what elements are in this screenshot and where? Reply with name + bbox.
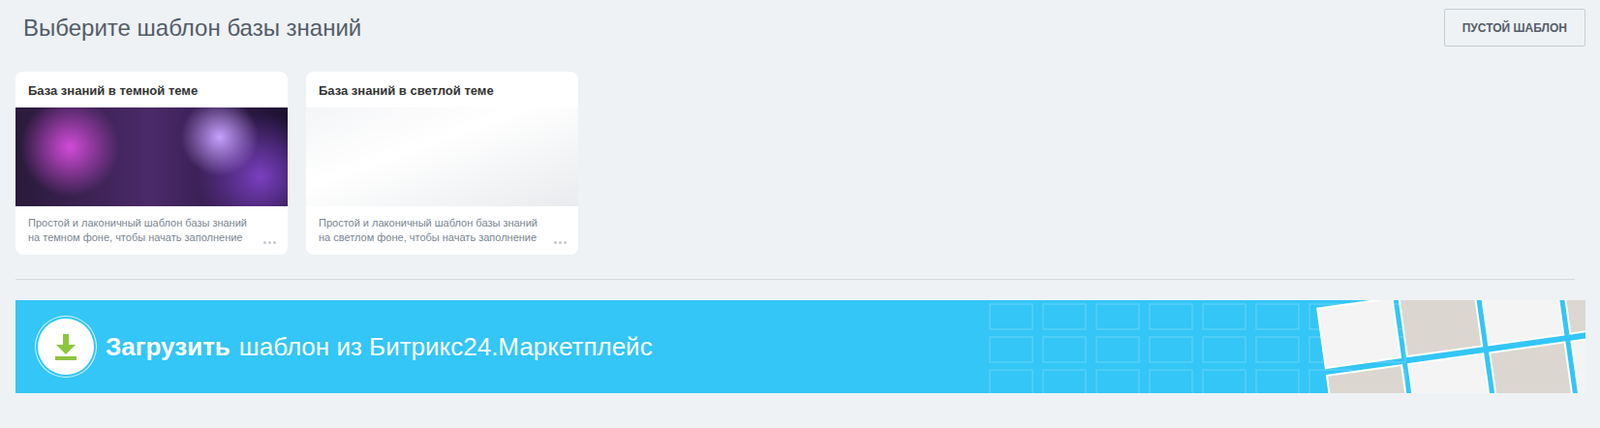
empty-template-button[interactable]: ПУСТОЙ ШАБЛОН <box>1444 8 1586 47</box>
more-icon[interactable] <box>553 241 567 245</box>
template-preview <box>15 107 288 207</box>
more-icon[interactable] <box>263 241 277 245</box>
banner-action: Загрузить <box>105 332 231 363</box>
template-card[interactable]: База знаний в темной теме Простой и лакон… <box>15 71 288 255</box>
template-description: Простой и лаконичный шаблон базы знаний … <box>15 206 288 253</box>
header: Выберите шаблон базы знаний ПУСТОЙ ШАБЛОН <box>15 8 1586 47</box>
template-page: Выберите шаблон базы знаний ПУСТОЙ ШАБЛОН… <box>0 0 1600 428</box>
banner-decor-icon <box>984 300 1586 394</box>
template-title: База знаний в темной теме <box>15 71 288 108</box>
template-description: Простой и лаконичный шаблон базы знаний … <box>306 206 579 253</box>
banner-caption: шаблон из Битрикс24.Маркетплейс <box>239 332 653 363</box>
template-list: База знаний в темной теме Простой и лакон… <box>15 71 1586 255</box>
template-preview <box>306 107 579 207</box>
marketplace-banner[interactable]: Загрузить шаблон из Битрикс24.Маркетплейс <box>15 300 1586 394</box>
template-title: База знаний в светлой теме <box>306 71 579 108</box>
download-icon <box>37 318 94 375</box>
page-title: Выберите шаблон базы знаний <box>15 14 362 42</box>
banner-text: Загрузить шаблон из Битрикс24.Маркетплейс <box>105 332 653 363</box>
template-card[interactable]: База знаний в светлой теме Простой и лако… <box>306 71 579 255</box>
divider <box>15 278 1575 280</box>
